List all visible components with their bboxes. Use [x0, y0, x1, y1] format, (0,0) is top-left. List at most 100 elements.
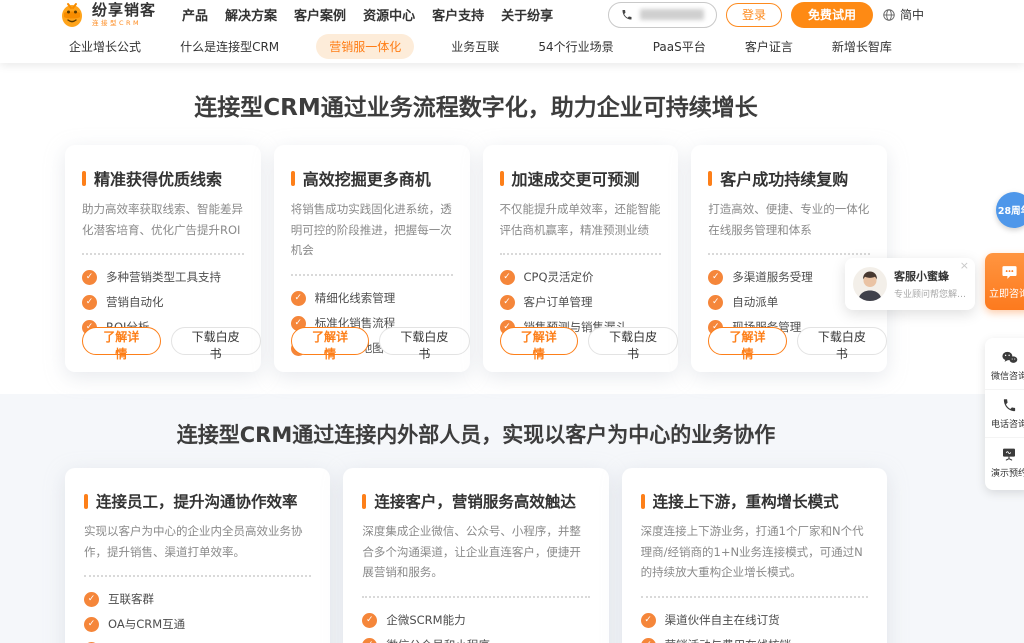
dotted-divider [291, 274, 453, 276]
details-button[interactable]: 了解详情 [708, 327, 787, 355]
card-opportunities: 高效挖掘更多商机 将销售成功实践固化进系统，透明可控的阶段推进，把握每一次机会 … [274, 145, 470, 372]
dotted-divider [362, 596, 589, 598]
card-title: 高效挖掘更多商机 [291, 166, 453, 190]
card-desc: 不仅能提升成单效率，还能智能评估商机赢率，精准预测业绩 [500, 199, 662, 240]
title-bar-accent [641, 494, 645, 509]
demo-booking-label: 演示预约 [991, 466, 1024, 479]
tooltip-text: 客服小蜜蜂 专业顾问帮您解答问题... [894, 268, 967, 300]
details-button[interactable]: 了解详情 [82, 327, 161, 355]
card-desc: 深度连接上下游业务，打通1个厂家和N个代理商/经销商的1+N业务连接模式，可通过… [641, 521, 868, 583]
language-switcher[interactable]: 简中 [882, 6, 924, 23]
card-actions: 了解详情 下载白皮书 [291, 327, 470, 355]
card-actions: 了解详情 下载白皮书 [82, 327, 261, 355]
dotted-divider [641, 596, 868, 598]
card-connect-employees: 连接员工，提升沟通协作效率 实现以客户为中心的企业内全员高效业务协作，提升销售、… [65, 468, 330, 643]
nav-item-resources[interactable]: 资源中心 [363, 5, 415, 24]
bullet-list: ✓多种营销类型工具支持 ✓营销自动化 ✓ROI分析 [82, 269, 244, 335]
card-title: 连接员工，提升沟通协作效率 [84, 490, 311, 512]
hero-section: 连接型CRM通过业务流程数字化，助力企业可持续增长 精准获得优质线索 助力高效率… [0, 63, 1024, 394]
title-bar-accent [362, 494, 366, 509]
title-bar-accent [84, 494, 88, 509]
main-content: 连接型CRM通过业务流程数字化，助力企业可持续增长 精准获得优质线索 助力高效率… [0, 0, 1024, 643]
title-bar-accent [708, 171, 712, 186]
tab-growth-library[interactable]: 新增长智库 [830, 34, 894, 59]
brand-logo[interactable]: 纷享销客 连接型CRM [58, 1, 156, 29]
blurred-phone-number [640, 9, 704, 20]
wechat-icon [1001, 350, 1018, 365]
check-icon: ✓ [641, 638, 656, 643]
nav-item-products[interactable]: 产品 [182, 5, 208, 24]
title-bar-accent [82, 171, 86, 186]
check-icon: ✓ [362, 613, 377, 628]
tab-paas-platform[interactable]: PaaS平台 [651, 34, 708, 59]
bullet-list: ✓企微SCRM能力 ✓微信公众号和小程序 ✓多渠道的客户服务接入 [362, 612, 589, 643]
check-icon: ✓ [708, 295, 723, 310]
phone-icon [621, 9, 633, 21]
chat-assistant-tooltip[interactable]: 客服小蜜蜂 专业顾问帮您解答问题... × [845, 258, 975, 310]
mascot-logo-icon [58, 1, 86, 29]
tab-growth-formula[interactable]: 企业增长公式 [67, 34, 143, 59]
wechat-consult-label: 微信咨询 [991, 369, 1024, 382]
list-item: ✓营销活动与费用在线核销 [641, 637, 868, 643]
demo-booking-item[interactable]: 演示预约 [985, 437, 1024, 486]
presentation-icon [1001, 446, 1017, 462]
card-desc: 打造高效、便捷、专业的一体化在线服务管理和体系 [708, 199, 870, 240]
login-button[interactable]: 登录 [726, 3, 782, 27]
check-icon: ✓ [641, 613, 656, 628]
card-title: 精准获得优质线索 [82, 166, 244, 190]
nav-item-about[interactable]: 关于纷享 [501, 5, 553, 24]
anniversary-badge[interactable]: 28周年 [996, 192, 1024, 228]
whitepaper-button[interactable]: 下载白皮书 [797, 327, 887, 355]
check-icon: ✓ [291, 291, 306, 306]
feature-cards-row: 精准获得优质线索 助力高效率获取线索、智能差异化潜客培育、优化广告提升ROI ✓… [65, 145, 887, 372]
nav-item-cases[interactable]: 客户案例 [294, 5, 346, 24]
check-icon: ✓ [84, 617, 99, 632]
tab-what-is-crm[interactable]: 什么是连接型CRM [178, 34, 281, 59]
bullet-list: ✓CPQ灵活定价 ✓客户订单管理 ✓销售预测与销售漏斗 [500, 269, 662, 335]
details-button[interactable]: 了解详情 [500, 327, 579, 355]
card-connect-customers: 连接客户，营销服务高效触达 深度集成企业微信、公众号、小程序，并整合多个沟通渠道… [343, 468, 608, 643]
page: 纷享销客 连接型CRM 产品 解决方案 客户案例 资源中心 客户支持 关于纷享 [0, 0, 1024, 643]
phone-contact[interactable] [608, 2, 717, 28]
agent-subtitle: 专业顾问帮您解答问题... [894, 287, 967, 300]
whitepaper-button[interactable]: 下载白皮书 [171, 327, 261, 355]
list-item: ✓微信公众号和小程序 [362, 637, 589, 643]
phone-consult-label: 电话咨询 [991, 417, 1024, 430]
close-icon[interactable]: × [960, 260, 969, 271]
header-actions: 登录 免费试用 简中 [608, 2, 924, 28]
tab-testimonials[interactable]: 客户证言 [743, 34, 795, 59]
chat-bubble-icon [1001, 264, 1018, 281]
nav-item-support[interactable]: 客户支持 [432, 5, 484, 24]
card-leads: 精准获得优质线索 助力高效率获取线索、智能差异化潜客培育、优化广告提升ROI ✓… [65, 145, 261, 372]
list-item: ✓精细化线索管理 [291, 290, 453, 306]
list-item: ✓渠道伙伴自主在线订货 [641, 612, 868, 628]
consult-now-button[interactable]: 立即咨询 [985, 253, 1024, 310]
check-icon: ✓ [362, 638, 377, 643]
tab-industry-scenarios[interactable]: 54个行业场景 [536, 34, 615, 59]
whitepaper-button[interactable]: 下载白皮书 [379, 327, 469, 355]
list-item: ✓CPQ灵活定价 [500, 269, 662, 285]
card-desc: 助力高效率获取线索、智能差异化潜客培育、优化广告提升ROI [82, 199, 244, 240]
free-trial-button[interactable]: 免费试用 [791, 2, 873, 28]
contact-side-panel: 微信咨询 电话咨询 演示预约 [985, 338, 1024, 490]
brand-name: 纷享销客 [92, 3, 156, 18]
tab-business-interconnect[interactable]: 业务互联 [449, 34, 501, 59]
title-bar-accent [291, 171, 295, 186]
nav-item-solutions[interactable]: 解决方案 [225, 5, 277, 24]
details-button[interactable]: 了解详情 [291, 327, 370, 355]
collab-cards-row: 连接员工，提升沟通协作效率 实现以客户为中心的企业内全员高效业务协作，提升销售、… [65, 468, 887, 643]
dotted-divider [84, 575, 311, 577]
whitepaper-button[interactable]: 下载白皮书 [588, 327, 678, 355]
bullet-list: ✓渠道伙伴自主在线订货 ✓营销活动与费用在线核销 ✓上下游深度协作 [641, 612, 868, 643]
dotted-divider [82, 253, 244, 255]
collab-title: 连接型CRM通过连接内外部人员，实现以客户为中心的业务协作 [65, 420, 887, 450]
check-icon: ✓ [84, 592, 99, 607]
hero-title: 连接型CRM通过业务流程数字化，助力企业可持续增长 [65, 93, 887, 123]
card-title: 加速成交更可预测 [500, 166, 662, 190]
wechat-consult-item[interactable]: 微信咨询 [985, 342, 1024, 389]
bullet-list: ✓互联客群 ✓OA与CRM互通 ✓社交化工作圈 [84, 591, 311, 643]
list-item: ✓OA与CRM互通 [84, 616, 311, 632]
check-icon: ✓ [500, 295, 515, 310]
tab-marketing-sales-service[interactable]: 营销服一体化 [316, 34, 414, 59]
phone-consult-item[interactable]: 电话咨询 [985, 389, 1024, 437]
